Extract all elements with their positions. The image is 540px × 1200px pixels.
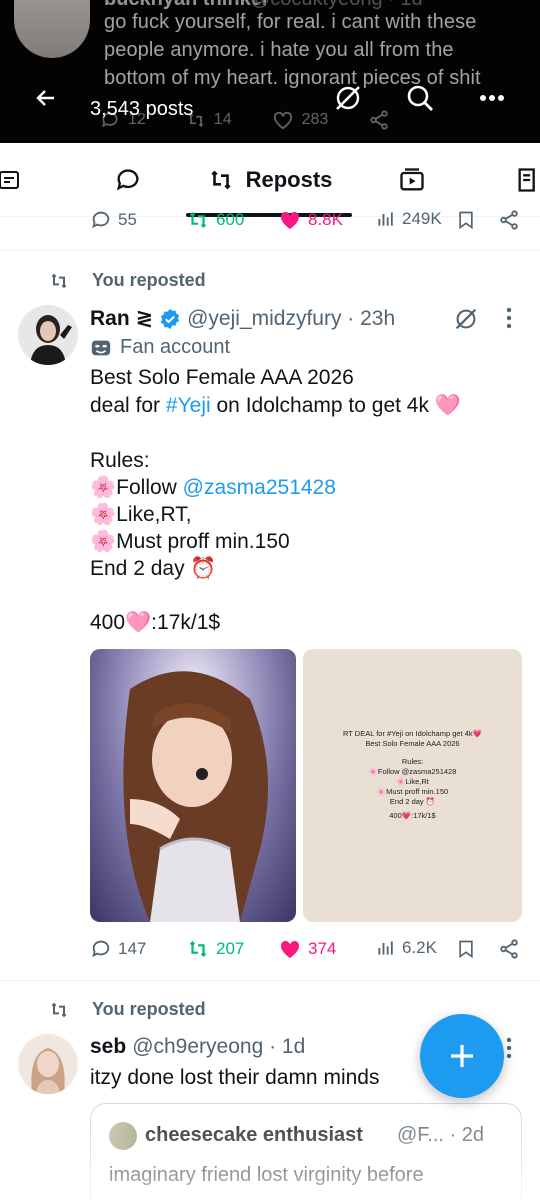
- graphic-text: Rules:: [401, 757, 424, 766]
- more-horizontal-icon: [480, 95, 504, 101]
- quoted-avatar: [109, 1122, 137, 1150]
- share-icon: [500, 210, 518, 230]
- post-text-line: 🌸Like,RT,: [90, 503, 192, 526]
- post-more-button[interactable]: [505, 1036, 513, 1065]
- repost-icon: [211, 170, 231, 190]
- heart-filled-icon: [280, 211, 300, 229]
- graphic-text: 🌸Follow @zasma251428: [368, 767, 457, 776]
- profile-header: bucknyan thinker @cocuktyeong · 1d go fu…: [0, 0, 540, 143]
- post-header: seb @ch9eryeong · 1d: [90, 1035, 305, 1059]
- bookmark-button[interactable]: [456, 938, 476, 960]
- verified-badge-icon: [161, 308, 180, 329]
- more-vertical-icon: [506, 307, 512, 329]
- arrow-left-icon: [36, 90, 54, 106]
- post-text-line: Best Solo Female AAA 2026: [90, 366, 354, 389]
- repost-context: You reposted: [48, 999, 206, 1020]
- post-more-button[interactable]: [505, 306, 513, 335]
- theater-mask-icon: [91, 340, 111, 355]
- like-button[interactable]: 8.8K: [278, 209, 343, 231]
- bookmark-button[interactable]: [456, 209, 476, 231]
- grok-icon: [336, 86, 360, 110]
- repost-button[interactable]: 600: [186, 209, 244, 231]
- hashtag-link[interactable]: #Yeji: [166, 394, 211, 417]
- performer-photo-image: [90, 649, 296, 922]
- post-actions: 147 207 374 6.2K: [90, 934, 522, 968]
- display-name[interactable]: Ran ≷: [90, 306, 153, 331]
- post-text-line: deal for #Yeji on Idolchamp to get 4k 🩷: [90, 394, 461, 417]
- reply-icon: [116, 169, 139, 191]
- handle-and-time[interactable]: @yeji_midzyfury · 23h: [187, 307, 395, 331]
- views-icon: [378, 941, 393, 955]
- posts-count: 3,543 posts: [90, 98, 194, 120]
- quoted-text: imaginary friend lost virginity before: [109, 1164, 424, 1186]
- post-text-line: itzy done lost their damn minds: [90, 1066, 380, 1089]
- more-vertical-icon: [506, 1037, 512, 1059]
- post-text-line: 🌸Must proff min.150: [90, 530, 290, 553]
- reply-button[interactable]: 147: [90, 938, 146, 960]
- graphic-text: 🌸Must proff min.150: [376, 787, 449, 796]
- avatar[interactable]: [18, 1034, 78, 1094]
- grok-icon: [455, 308, 477, 330]
- reply-button[interactable]: 55: [90, 209, 137, 231]
- article-icon: [518, 168, 535, 192]
- quoted-handle: @F... · 2d: [397, 1124, 484, 1146]
- quoted-display-name: cheesecake enthusiast: [145, 1124, 363, 1146]
- divider: [0, 980, 540, 981]
- graphic-text: End 2 day ⏰: [389, 797, 436, 806]
- repost-button[interactable]: 207: [186, 938, 244, 960]
- share-button[interactable]: [498, 938, 520, 960]
- tab-posts[interactable]: [0, 143, 24, 217]
- media-icon: [400, 168, 424, 191]
- post-text-line: End 2 day ⏰: [90, 557, 217, 580]
- bookmark-icon: [459, 940, 473, 959]
- views-button[interactable]: 249K: [376, 209, 442, 229]
- share-icon: [500, 939, 518, 959]
- back-button[interactable]: [26, 78, 66, 118]
- post-photo[interactable]: [90, 649, 296, 922]
- views-icon: [378, 212, 393, 226]
- post-text-line: 400🩷:17k/1$: [90, 611, 221, 634]
- search-icon: [407, 85, 433, 111]
- user-avatar-image: [18, 305, 78, 365]
- repost-context: You reposted: [48, 270, 206, 291]
- graphic-text: 400💗:17k/1$: [389, 811, 436, 820]
- repost-icon: [51, 1002, 67, 1017]
- graphic-text: RT DEAL for #Yeji on Idolchamp get 4k💗: [343, 729, 482, 738]
- handle-and-time[interactable]: @ch9eryeong · 1d: [132, 1035, 305, 1059]
- plus-icon: [451, 1045, 473, 1067]
- divider: [0, 250, 540, 251]
- prev-post-actions: 55 600 8.8K 249K: [90, 205, 522, 239]
- avatar[interactable]: [18, 305, 78, 365]
- tab-label: Reposts: [245, 167, 333, 192]
- post-text-line: Rules:: [90, 449, 150, 472]
- repost-icon: [189, 212, 207, 228]
- post-text-line: 🌸Follow @zasma251428: [90, 476, 336, 499]
- display-name[interactable]: seb: [90, 1035, 126, 1059]
- mention-link[interactable]: @zasma251428: [183, 476, 336, 499]
- reply-icon: [92, 211, 110, 229]
- header-overlay: [0, 0, 540, 143]
- bookmark-icon: [459, 211, 473, 230]
- graphic-text: Best Solo Female AAA 2026: [365, 739, 460, 748]
- grok-button[interactable]: [328, 78, 368, 118]
- reply-icon: [92, 940, 110, 958]
- quoted-post[interactable]: cheesecake enthusiast @F... · 2d imagina…: [90, 1103, 522, 1200]
- repost-icon: [51, 273, 67, 288]
- fan-account-label: Fan account: [90, 336, 230, 359]
- user-avatar-image: [18, 1034, 78, 1094]
- compose-post-button[interactable]: [420, 1014, 504, 1098]
- post-graphic[interactable]: RT DEAL for #Yeji on Idolchamp get 4k💗 B…: [303, 649, 522, 922]
- posts-icon: [0, 171, 19, 189]
- like-button[interactable]: 374: [278, 938, 336, 960]
- graphic-text: 🌸Like,Rt: [396, 777, 429, 786]
- more-options-button[interactable]: [472, 78, 512, 118]
- views-button[interactable]: 6.2K: [376, 938, 437, 958]
- grok-button[interactable]: [452, 305, 480, 338]
- repost-icon: [189, 941, 207, 957]
- search-button[interactable]: [400, 78, 440, 118]
- heart-filled-icon: [280, 940, 300, 958]
- share-button[interactable]: [498, 209, 520, 231]
- post-header: Ran ≷ @yeji_midzyfury · 23h: [90, 306, 395, 331]
